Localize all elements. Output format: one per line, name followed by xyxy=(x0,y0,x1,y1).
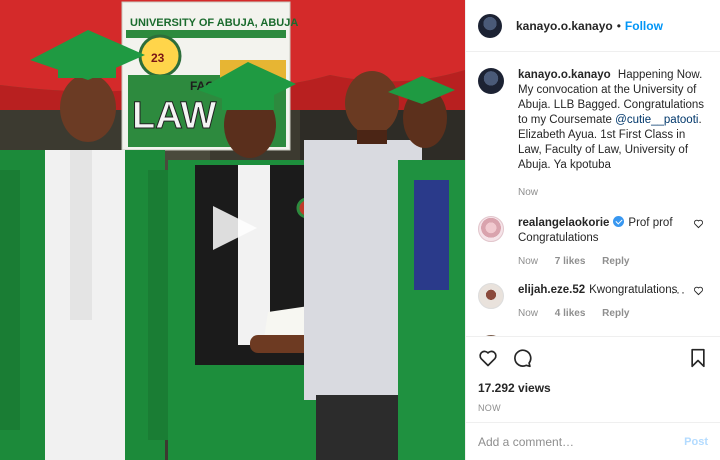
more-options-icon[interactable]: ··· xyxy=(671,285,686,299)
video-player[interactable]: UNIVERSITY OF ABUJA, ABUJA 23 FACULTY LA… xyxy=(0,0,465,460)
banner-title: UNIVERSITY OF ABUJA, ABUJA xyxy=(130,17,298,29)
like-comment-heart-icon[interactable] xyxy=(693,285,704,296)
bookmark-icon[interactable] xyxy=(688,348,708,368)
like-comment-heart-icon[interactable] xyxy=(693,218,704,229)
comment-username[interactable]: realangelaokorie xyxy=(518,217,609,229)
header-separator: • xyxy=(616,18,621,33)
comment-likes[interactable]: 7 likes xyxy=(555,256,586,267)
action-icons xyxy=(478,345,708,371)
view-count[interactable]: 17.292 views xyxy=(478,381,708,395)
verified-badge-icon xyxy=(613,216,625,227)
banner-seal-number: 23 xyxy=(151,51,165,65)
comment-item: elijah.eze.52 Kwongratulations Now 4 like… xyxy=(478,283,708,321)
caption-time: Now xyxy=(518,187,539,198)
comment-likes[interactable]: 4 likes xyxy=(555,308,586,319)
caption-username[interactable]: kanayo.o.kanayo xyxy=(518,69,611,81)
heart-icon[interactable] xyxy=(478,348,498,368)
play-button[interactable] xyxy=(207,202,259,254)
header-username[interactable]: kanayo.o.kanayo xyxy=(516,19,613,33)
comment-item: realangelaokorie Prof prof Congratulation… xyxy=(478,216,708,269)
reply-button[interactable]: Reply xyxy=(602,308,629,319)
comment-icon[interactable] xyxy=(512,348,532,368)
post-header: kanayo.o.kanayo • Follow xyxy=(466,0,720,52)
post-button[interactable]: Post xyxy=(684,436,708,448)
avatar[interactable] xyxy=(478,335,504,336)
caption: kanayo.o.kanayo Happening Now. My convoc… xyxy=(478,68,708,200)
avatar[interactable] xyxy=(478,283,504,309)
play-icon xyxy=(213,206,257,250)
comment-time: Now xyxy=(518,256,539,267)
avatar[interactable] xyxy=(478,68,504,94)
comment-text: Kwongratulations xyxy=(589,284,678,296)
avatar[interactable] xyxy=(478,13,502,38)
caption-mention-link[interactable]: @cutie__patooti xyxy=(615,114,698,126)
add-comment-bar: Post xyxy=(466,422,720,460)
follow-button[interactable]: Follow xyxy=(625,19,663,33)
comment-item: body_language_stitches xyxy=(478,335,708,336)
post-timestamp: NOW xyxy=(478,403,501,413)
comment-time: Now xyxy=(518,308,539,319)
reply-button[interactable]: Reply xyxy=(602,256,629,267)
add-comment-input[interactable] xyxy=(478,434,685,449)
banner-law: LAW xyxy=(132,95,217,137)
avatar[interactable] xyxy=(478,216,504,242)
comments-list[interactable]: kanayo.o.kanayo Happening Now. My convoc… xyxy=(466,52,720,336)
post-side-panel: kanayo.o.kanayo • Follow kanayo.o.kanayo… xyxy=(465,0,720,460)
instagram-post-view: UNIVERSITY OF ABUJA, ABUJA 23 FACULTY LA… xyxy=(0,0,720,460)
comment-username[interactable]: elijah.eze.52 xyxy=(518,284,585,296)
